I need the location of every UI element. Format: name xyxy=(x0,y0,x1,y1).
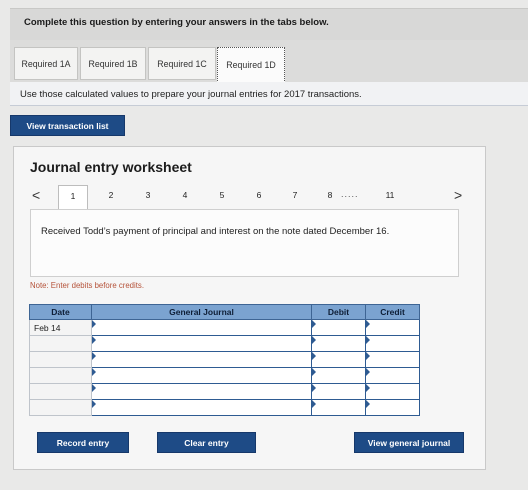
input-marker-icon xyxy=(366,400,370,408)
dropdown-marker-icon xyxy=(92,336,96,344)
tab-description-bar: Use those calculated values to prepare y… xyxy=(10,82,528,106)
page-11[interactable]: 11 xyxy=(382,190,398,200)
table-header-row: Date General Journal Debit Credit xyxy=(29,304,420,320)
input-marker-icon xyxy=(366,384,370,392)
instruction-text: Complete this question by entering your … xyxy=(24,17,329,28)
page-8[interactable]: 8 xyxy=(322,190,338,200)
dropdown-marker-icon xyxy=(92,320,96,328)
credit-input[interactable] xyxy=(365,319,420,336)
input-marker-icon xyxy=(366,336,370,344)
tabs-bar: Required 1A Required 1B Required 1C Requ… xyxy=(10,40,528,83)
page-7[interactable]: 7 xyxy=(287,190,303,200)
view-general-journal-button[interactable]: View general journal xyxy=(354,432,464,453)
credit-input[interactable] xyxy=(365,399,420,416)
date-cell[interactable] xyxy=(29,367,92,384)
account-select[interactable] xyxy=(91,383,312,400)
input-marker-icon xyxy=(312,320,316,328)
next-arrow-icon[interactable]: > xyxy=(454,187,462,203)
table-row xyxy=(29,351,420,368)
credit-input[interactable] xyxy=(365,335,420,352)
credit-input[interactable] xyxy=(365,351,420,368)
input-marker-icon xyxy=(312,352,316,360)
debit-credit-note: Note: Enter debits before credits. xyxy=(30,281,144,290)
header-general-journal: General Journal xyxy=(91,304,312,320)
entry-pager: < 1 2 3 4 5 6 7 8 ..... 11 > xyxy=(14,185,487,209)
prev-arrow-icon[interactable]: < xyxy=(32,187,40,203)
view-transaction-list-button[interactable]: View transaction list xyxy=(10,115,125,136)
account-select[interactable] xyxy=(91,367,312,384)
account-select[interactable] xyxy=(91,319,312,336)
page-5[interactable]: 5 xyxy=(214,190,230,200)
page-2[interactable]: 2 xyxy=(103,190,119,200)
input-marker-icon xyxy=(366,352,370,360)
journal-entry-table: Date General Journal Debit Credit Feb 14 xyxy=(29,304,420,416)
input-marker-icon xyxy=(312,336,316,344)
date-cell[interactable] xyxy=(29,383,92,400)
transaction-description-box: Received Todd’s payment of principal and… xyxy=(30,209,459,277)
debit-input[interactable] xyxy=(311,367,366,384)
clear-entry-button[interactable]: Clear entry xyxy=(157,432,256,453)
tab-required-1d[interactable]: Required 1D xyxy=(217,47,285,83)
input-marker-icon xyxy=(312,400,316,408)
page-1[interactable]: 1 xyxy=(58,185,88,209)
table-row xyxy=(29,367,420,384)
table-row: Feb 14 xyxy=(29,319,420,336)
input-marker-icon xyxy=(366,368,370,376)
credit-input[interactable] xyxy=(365,383,420,400)
page-6[interactable]: 6 xyxy=(251,190,267,200)
credit-input[interactable] xyxy=(365,367,420,384)
record-entry-button[interactable]: Record entry xyxy=(37,432,129,453)
input-marker-icon xyxy=(312,368,316,376)
date-cell[interactable]: Feb 14 xyxy=(29,319,92,336)
table-row xyxy=(29,399,420,416)
header-credit: Credit xyxy=(365,304,420,320)
dropdown-marker-icon xyxy=(92,384,96,392)
input-marker-icon xyxy=(312,384,316,392)
date-cell[interactable] xyxy=(29,399,92,416)
account-select[interactable] xyxy=(91,351,312,368)
input-marker-icon xyxy=(366,320,370,328)
account-select[interactable] xyxy=(91,335,312,352)
debit-input[interactable] xyxy=(311,335,366,352)
tab-required-1b[interactable]: Required 1B xyxy=(80,47,146,80)
header-debit: Debit xyxy=(311,304,366,320)
date-cell[interactable] xyxy=(29,351,92,368)
table-row xyxy=(29,383,420,400)
debit-input[interactable] xyxy=(311,351,366,368)
debit-input[interactable] xyxy=(311,319,366,336)
dropdown-marker-icon xyxy=(92,352,96,360)
dropdown-marker-icon xyxy=(92,400,96,408)
header-date: Date xyxy=(29,304,92,320)
journal-entry-worksheet: Journal entry worksheet < 1 2 3 4 5 6 7 … xyxy=(13,146,486,470)
debit-input[interactable] xyxy=(311,383,366,400)
debit-input[interactable] xyxy=(311,399,366,416)
date-cell[interactable] xyxy=(29,335,92,352)
account-select[interactable] xyxy=(91,399,312,416)
page-4[interactable]: 4 xyxy=(177,190,193,200)
page-ellipsis: ..... xyxy=(341,189,359,199)
worksheet-title: Journal entry worksheet xyxy=(30,159,192,175)
instruction-bar: Complete this question by entering your … xyxy=(10,8,528,40)
dropdown-marker-icon xyxy=(92,368,96,376)
page-3[interactable]: 3 xyxy=(140,190,156,200)
table-row xyxy=(29,335,420,352)
tab-required-1a[interactable]: Required 1A xyxy=(14,47,78,80)
transaction-description: Received Todd’s payment of principal and… xyxy=(41,226,390,237)
tab-required-1c[interactable]: Required 1C xyxy=(148,47,216,80)
tab-description: Use those calculated values to prepare y… xyxy=(20,89,362,100)
